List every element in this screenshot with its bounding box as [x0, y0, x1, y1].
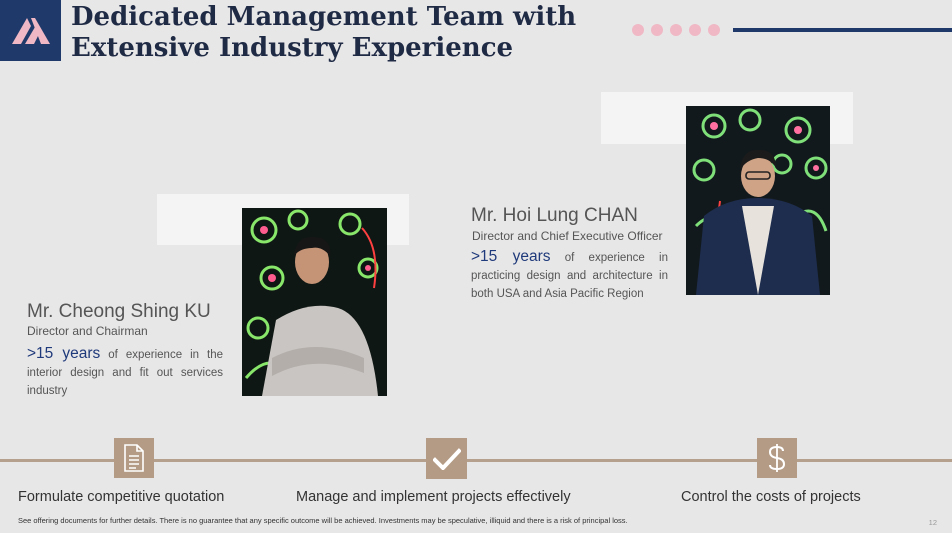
person-name: Mr. Cheong Shing KU	[27, 301, 211, 322]
person-role: Director and Chief Executive Officer	[472, 229, 663, 243]
checkmark-icon	[426, 438, 467, 479]
years-highlight: >15 years	[27, 345, 101, 362]
dot	[689, 24, 701, 36]
disclaimer: See offering documents for further detai…	[18, 516, 628, 525]
dot	[670, 24, 682, 36]
feature-label-quotation: Formulate competitive quotation	[18, 489, 225, 505]
page-title: Dedicated Management Team with Extensive…	[71, 2, 577, 63]
person-description: >15 years of experience in the interior …	[27, 345, 223, 400]
ceo-photo	[686, 106, 830, 295]
feature-label-costs: Control the costs of projects	[681, 489, 861, 505]
years-highlight: >15 years	[471, 248, 551, 265]
person-role: Director and Chairman	[27, 324, 148, 338]
decorative-dots	[632, 24, 720, 36]
dot	[632, 24, 644, 36]
person-name: Mr. Hoi Lung CHAN	[471, 205, 638, 226]
feature-label-manage: Manage and implement projects effectivel…	[296, 489, 571, 505]
dot	[651, 24, 663, 36]
header-rule	[733, 28, 952, 32]
chairman-photo	[242, 208, 387, 396]
dot	[708, 24, 720, 36]
person-description: >15 years of experience in practicing de…	[471, 248, 668, 303]
document-icon	[114, 438, 154, 478]
logo	[0, 0, 61, 61]
page-number: 12	[928, 518, 937, 527]
dollar-icon	[757, 438, 797, 478]
logo-mark-icon	[11, 17, 50, 44]
